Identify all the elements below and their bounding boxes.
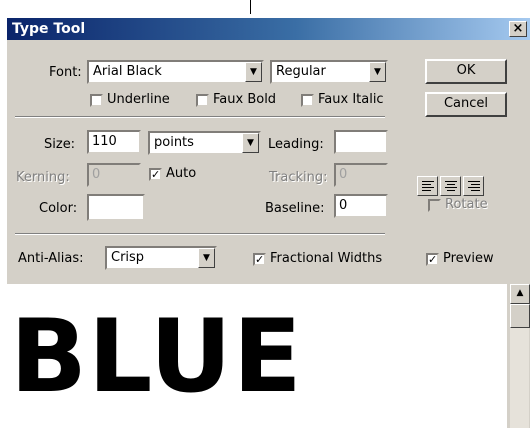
separator [15, 233, 385, 235]
preview-label: Preview [443, 251, 494, 266]
size-unit-select[interactable]: points ▼ [148, 131, 261, 155]
chevron-down-icon[interactable]: ▼ [198, 248, 215, 268]
size-unit-value: points [154, 135, 194, 150]
auto-kerning-checkbox[interactable]: ✓ [149, 168, 162, 181]
faux-bold-checkbox[interactable] [196, 94, 209, 107]
leading-input[interactable] [334, 130, 388, 154]
align-center-button[interactable] [440, 176, 461, 196]
anti-alias-select[interactable]: Crisp ▼ [105, 246, 217, 270]
chevron-down-icon[interactable]: ▼ [242, 133, 259, 153]
type-tool-dialog: Type Tool × Font: Arial Black ▼ Regular … [6, 18, 530, 428]
close-button[interactable]: × [509, 21, 527, 37]
cancel-button[interactable]: Cancel [425, 92, 507, 117]
tracking-input: 0 [334, 163, 388, 187]
background-strip [0, 0, 530, 18]
color-swatch[interactable] [87, 194, 145, 221]
font-label: Font: [49, 65, 82, 80]
separator [15, 116, 385, 118]
font-style-value: Regular [276, 64, 326, 79]
faux-italic-checkbox[interactable] [301, 94, 314, 107]
fractional-widths-label: Fractional Widths [270, 251, 383, 266]
ok-button[interactable]: OK [425, 59, 507, 84]
baseline-label: Baseline: [265, 201, 325, 216]
faux-italic-label: Faux Italic [318, 92, 384, 107]
arrow-up-icon: ▲ [516, 288, 524, 298]
baseline-input[interactable]: 0 [334, 194, 388, 218]
scroll-thumb[interactable] [510, 304, 530, 328]
preview-text: BLUE [10, 297, 303, 415]
underline-label: Underline [107, 92, 170, 107]
rotate-label: Rotate [445, 197, 488, 212]
anti-alias-label: Anti-Alias: [18, 251, 84, 266]
dialog-title: Type Tool [12, 21, 86, 37]
fractional-widths-checkbox[interactable]: ✓ [253, 253, 266, 266]
close-icon: × [512, 21, 524, 36]
color-label: Color: [39, 201, 78, 216]
font-style-select[interactable]: Regular ▼ [270, 60, 388, 84]
chevron-down-icon[interactable]: ▼ [369, 62, 386, 82]
background-divider [250, 0, 251, 14]
underline-checkbox[interactable] [90, 94, 103, 107]
tracking-label: Tracking: [269, 170, 328, 185]
title-bar[interactable]: Type Tool × [7, 18, 530, 40]
check-icon: ✓ [255, 253, 265, 266]
preview-pane: BLUE [7, 284, 507, 428]
font-family-select[interactable]: Arial Black ▼ [87, 60, 264, 84]
check-icon: ✓ [428, 253, 438, 266]
rotate-checkbox [428, 199, 441, 212]
size-input[interactable]: 110 [87, 130, 141, 154]
scroll-up-button[interactable]: ▲ [510, 284, 530, 304]
faux-bold-label: Faux Bold [213, 92, 277, 107]
size-label: Size: [44, 137, 76, 152]
auto-kerning-label: Auto [166, 166, 197, 181]
anti-alias-value: Crisp [111, 250, 145, 265]
font-family-value: Arial Black [93, 64, 162, 79]
vertical-scrollbar[interactable]: ▲ [509, 284, 530, 428]
chevron-down-icon[interactable]: ▼ [245, 62, 262, 82]
check-icon: ✓ [151, 168, 161, 181]
leading-label: Leading: [268, 137, 324, 152]
align-right-button[interactable] [463, 176, 484, 196]
kerning-input: 0 [87, 163, 141, 187]
kerning-label: Kerning: [16, 170, 70, 185]
align-left-button[interactable] [417, 176, 438, 196]
preview-checkbox[interactable]: ✓ [426, 253, 439, 266]
